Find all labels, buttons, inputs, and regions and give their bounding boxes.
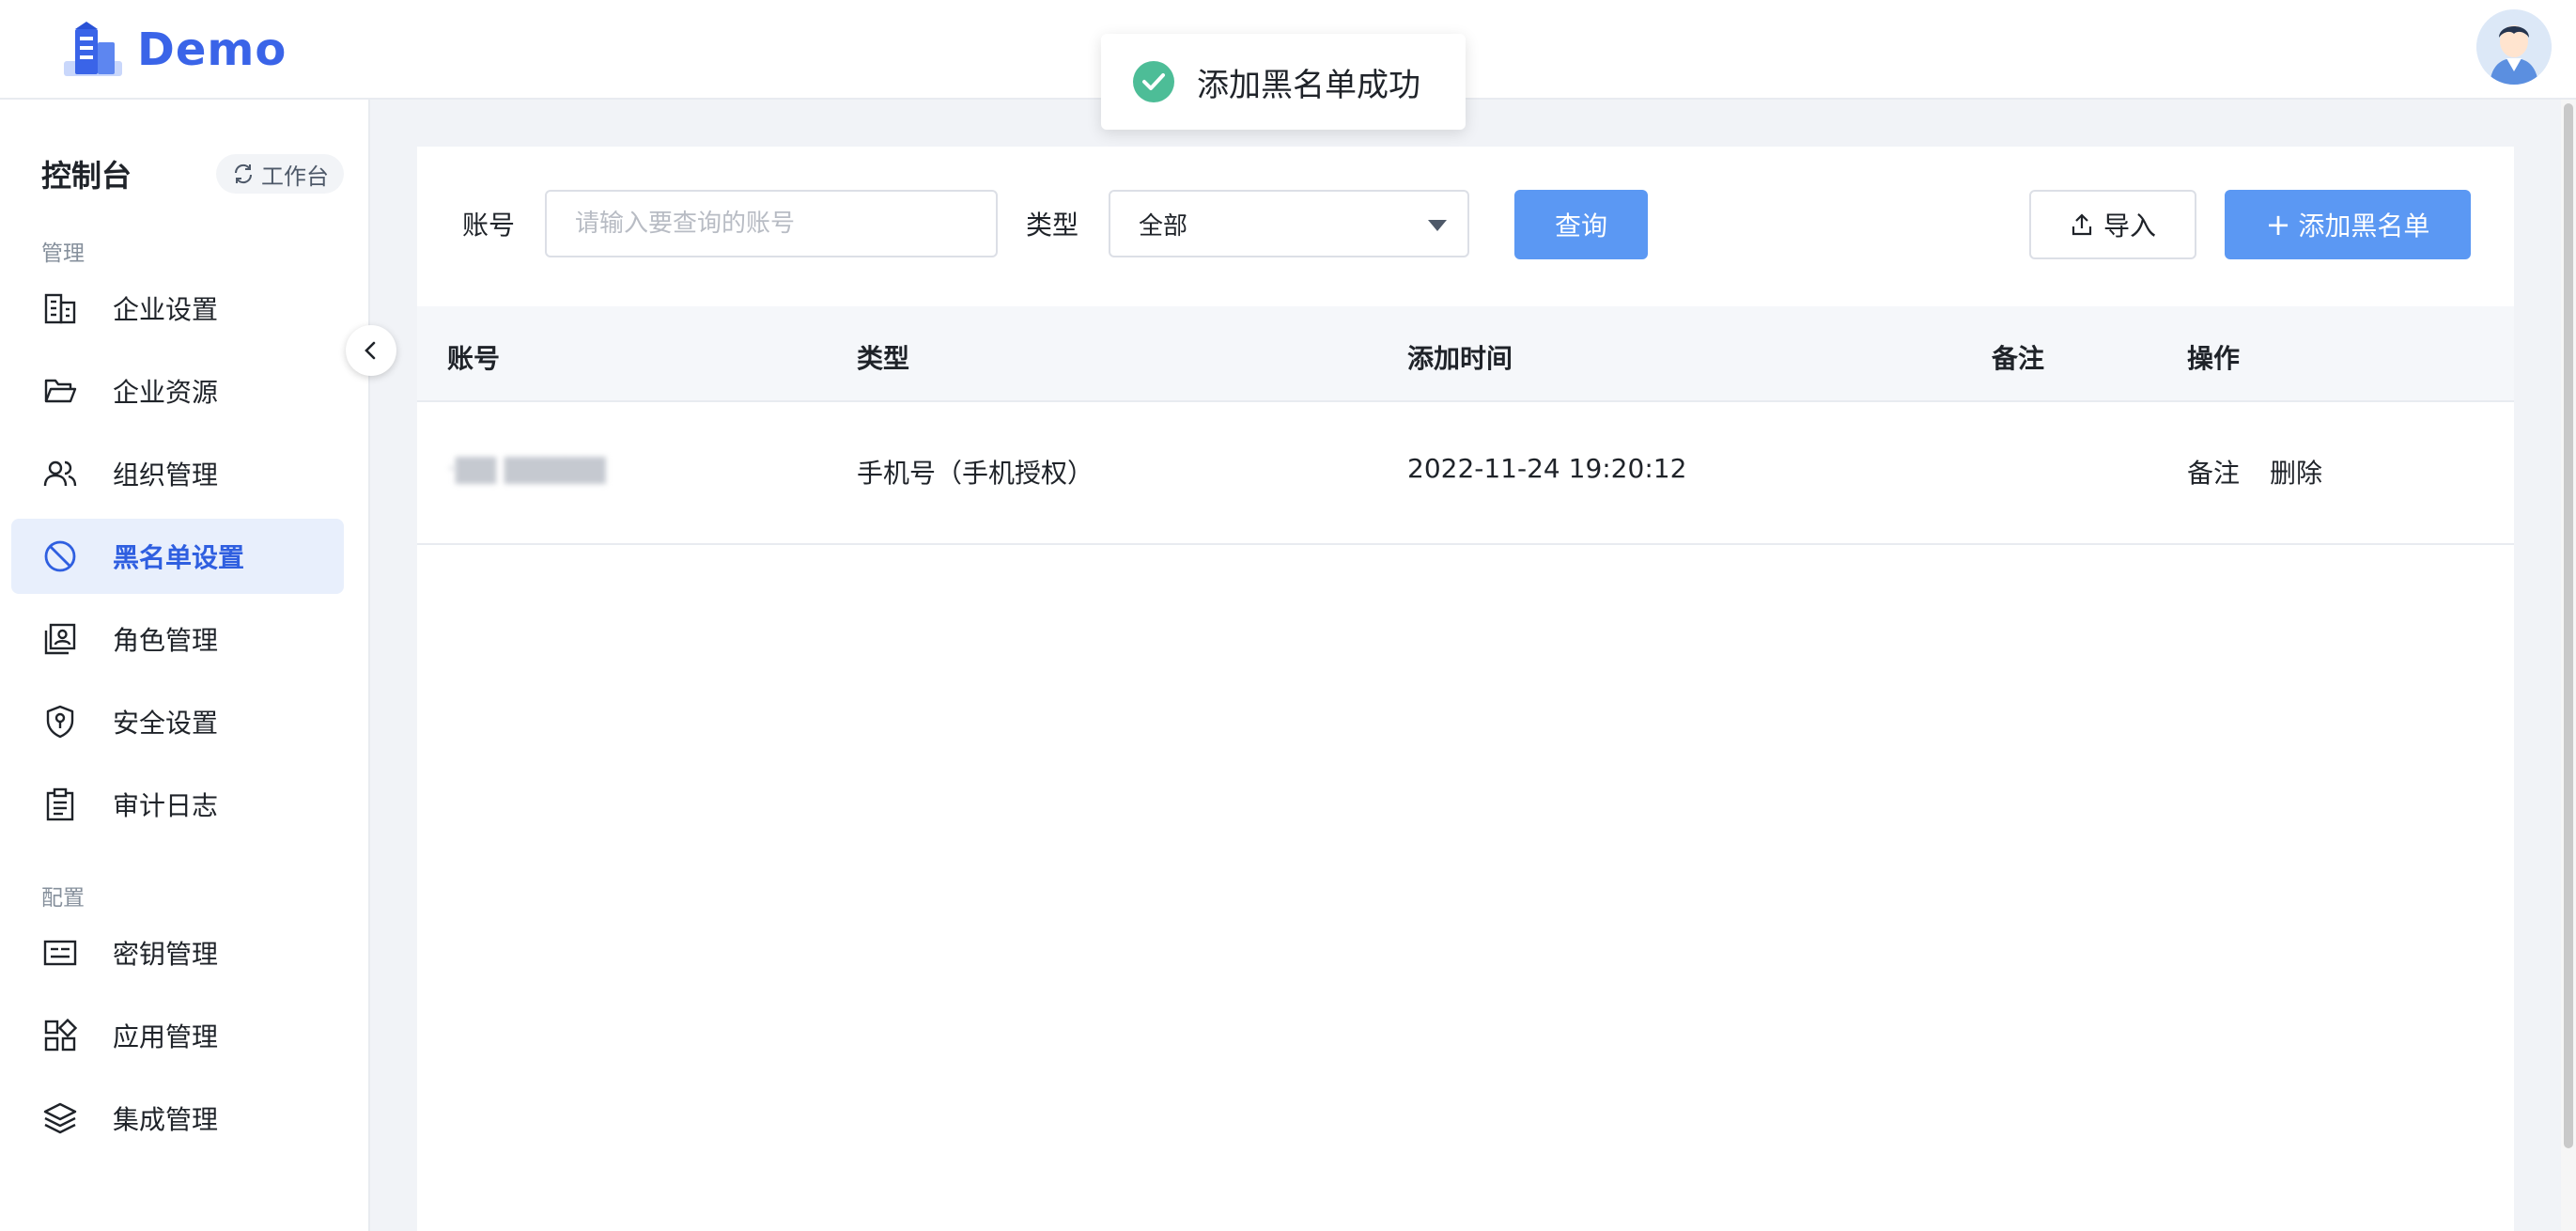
sidebar-item-enterprise-resources[interactable]: 企业资源 xyxy=(11,353,344,429)
column-header-type: 类型 xyxy=(857,343,910,374)
sidebar-item-blacklist-settings[interactable]: 黑名单设置 xyxy=(11,519,344,594)
id-card-icon xyxy=(41,620,79,658)
section-label-manage: 管理 xyxy=(41,242,85,266)
toast-message: 添加黑名单成功 xyxy=(1197,66,1420,104)
import-button-label: 导入 xyxy=(2103,210,2156,242)
user-avatar[interactable] xyxy=(2476,9,2552,85)
query-button-label: 查询 xyxy=(1554,210,1607,242)
ban-icon xyxy=(41,538,79,575)
shield-key-icon xyxy=(41,703,79,740)
chevron-left-icon xyxy=(365,341,376,360)
building-icon xyxy=(41,289,79,327)
sidebar-item-label: 组织管理 xyxy=(113,460,219,491)
table-header: 账号 类型 添加时间 备注 操作 xyxy=(417,306,2514,402)
users-icon xyxy=(41,455,79,492)
avatar-person-icon xyxy=(2476,9,2552,85)
cell-account: ·▇▇ ▇▇▇▇▇ xyxy=(447,453,606,484)
query-button[interactable]: 查询 xyxy=(1514,190,1648,259)
type-select[interactable]: 全部 xyxy=(1109,190,1469,257)
sidebar-item-key-management[interactable]: 密钥管理 xyxy=(11,915,344,990)
sidebar-item-label: 角色管理 xyxy=(113,625,219,656)
add-blacklist-button-label: 添加黑名单 xyxy=(2298,210,2430,242)
key-card-icon xyxy=(41,934,79,972)
sidebar-item-label: 黑名单设置 xyxy=(113,542,245,573)
layers-icon xyxy=(41,1099,79,1137)
sidebar-item-label: 应用管理 xyxy=(113,1021,219,1052)
console-title: 控制台 xyxy=(41,158,132,194)
check-circle-icon xyxy=(1133,61,1174,102)
delete-action-link[interactable]: 删除 xyxy=(2270,453,2322,491)
blacklist-panel: 账号 类型 全部 查询 导入 + 添加黑名单 账号 类型 添加时间 备注 xyxy=(417,147,2514,1231)
column-header-actions: 操作 xyxy=(2187,343,2241,374)
column-header-added-time: 添加时间 xyxy=(1407,343,1513,374)
add-blacklist-button[interactable]: + 添加黑名单 xyxy=(2225,190,2471,259)
refresh-icon xyxy=(234,164,253,184)
cell-type: 手机号（手机授权） xyxy=(857,458,1094,489)
page-scrollbar[interactable] xyxy=(2561,100,2576,1231)
sidebar-item-role-management[interactable]: 角色管理 xyxy=(11,601,344,677)
sidebar-item-integration-management[interactable]: 集成管理 xyxy=(11,1081,344,1156)
sidebar-item-enterprise-settings[interactable]: 企业设置 xyxy=(11,271,344,346)
cell-added-time: 2022-11-24 19:20:12 xyxy=(1407,453,1687,484)
upload-icon xyxy=(2072,213,2092,236)
sidebar: 控制台 工作台 管理 企业设置 企业资源 组织管理 黑名单设置 角色管理 安全设… xyxy=(0,100,370,1231)
scrollbar-thumb[interactable] xyxy=(2564,103,2573,1148)
console-header: 控制台 工作台 xyxy=(41,150,344,197)
plus-icon: + xyxy=(2265,207,2291,242)
caret-down-icon xyxy=(1428,220,1447,231)
logo-text: Demo xyxy=(137,23,287,76)
blacklist-table: 账号 类型 添加时间 备注 操作 ·▇▇ ▇▇▇▇▇ 手机号（手机授权） 202… xyxy=(417,306,2514,545)
folder-open-icon xyxy=(41,372,79,410)
type-select-value: 全部 xyxy=(1139,211,1188,241)
column-header-note: 备注 xyxy=(1992,343,2045,374)
sidebar-item-label: 集成管理 xyxy=(113,1104,219,1135)
app-logo[interactable]: Demo xyxy=(62,17,287,83)
sidebar-item-app-management[interactable]: 应用管理 xyxy=(11,998,344,1073)
sidebar-item-label: 安全设置 xyxy=(113,708,219,739)
sidebar-item-label: 企业资源 xyxy=(113,377,219,408)
section-label-config: 配置 xyxy=(41,886,85,911)
sidebar-item-security-settings[interactable]: 安全设置 xyxy=(11,684,344,759)
clipboard-icon xyxy=(41,786,79,823)
app-root: Demo 添加黑名单成功 控制台 工作台 管理 企业设置 企业资源 组织管理 黑… xyxy=(0,0,2576,1231)
import-button[interactable]: 导入 xyxy=(2029,190,2196,259)
sidebar-item-label: 审计日志 xyxy=(113,790,219,821)
table-row: ·▇▇ ▇▇▇▇▇ 手机号（手机授权） 2022-11-24 19:20:12 … xyxy=(417,402,2514,545)
sidebar-item-audit-log[interactable]: 审计日志 xyxy=(11,767,344,842)
sidebar-item-label: 企业设置 xyxy=(113,294,219,325)
sidebar-item-label: 密钥管理 xyxy=(113,939,219,970)
workbench-switch-button[interactable]: 工作台 xyxy=(216,154,344,194)
sidebar-collapse-button[interactable] xyxy=(346,325,396,376)
apps-grid-icon xyxy=(41,1017,79,1054)
column-header-account: 账号 xyxy=(447,343,501,374)
workbench-label: 工作台 xyxy=(261,163,329,190)
building-logo-icon xyxy=(64,22,122,76)
account-filter-label: 账号 xyxy=(462,210,516,241)
note-action-link[interactable]: 备注 xyxy=(2187,453,2240,491)
type-filter-label: 类型 xyxy=(1026,210,1079,241)
account-search-input[interactable] xyxy=(545,190,998,257)
success-toast: 添加黑名单成功 xyxy=(1101,34,1466,130)
sidebar-item-org-management[interactable]: 组织管理 xyxy=(11,436,344,511)
